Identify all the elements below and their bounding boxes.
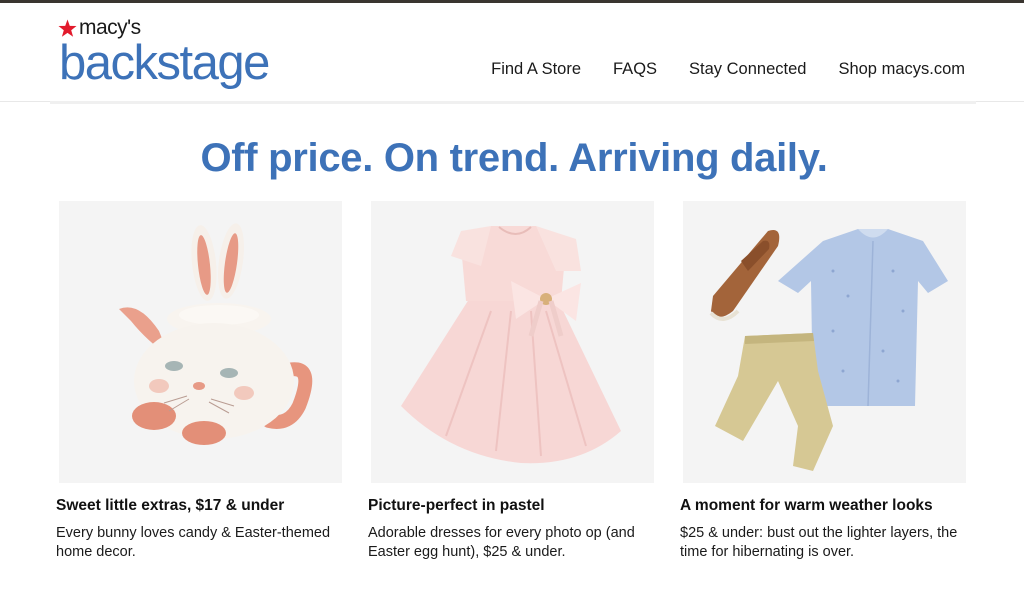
card-title[interactable]: A moment for warm weather looks	[680, 496, 968, 516]
bunny-teapot-illustration	[59, 201, 342, 483]
card-title[interactable]: Sweet little extras, $17 & under	[56, 496, 344, 516]
nav-faqs[interactable]: FAQS	[613, 59, 657, 79]
card-title[interactable]: Picture-perfect in pastel	[368, 496, 656, 516]
main-nav: Find A Store FAQS Stay Connected Shop ma…	[491, 59, 965, 79]
card-description: $25 & under: bust out the lighter layers…	[680, 525, 958, 560]
header-shadow	[50, 101, 976, 104]
product-card-warm-weather: A moment for warm weather looks $25 & un…	[680, 201, 968, 562]
pastel-dress-image[interactable]	[371, 201, 654, 483]
product-card-bunny-teapot: Sweet little extras, $17 & under Every b…	[56, 201, 344, 562]
nav-stay-connected[interactable]: Stay Connected	[689, 59, 806, 79]
site-header: macy's backstage Find A Store FAQS Stay …	[0, 3, 1024, 102]
nav-shop-macys[interactable]: Shop macys.com	[838, 59, 965, 79]
product-card-pastel-dress: Picture-perfect in pastel Adorable dress…	[368, 201, 656, 562]
backstage-text: backstage	[59, 36, 270, 90]
macys-backstage-logo[interactable]: macy's backstage	[58, 17, 298, 93]
page-headline: Off price. On trend. Arriving daily.	[200, 136, 828, 180]
warm-weather-illustration	[683, 201, 966, 483]
card-description: Adorable dresses for every photo op (and…	[368, 525, 635, 560]
card-description: Every bunny loves candy & Easter-themed …	[56, 525, 331, 560]
pastel-dress-illustration	[371, 201, 654, 483]
warm-weather-image[interactable]	[683, 201, 966, 483]
bunny-teapot-image[interactable]	[59, 201, 342, 483]
nav-find-a-store[interactable]: Find A Store	[491, 59, 581, 79]
